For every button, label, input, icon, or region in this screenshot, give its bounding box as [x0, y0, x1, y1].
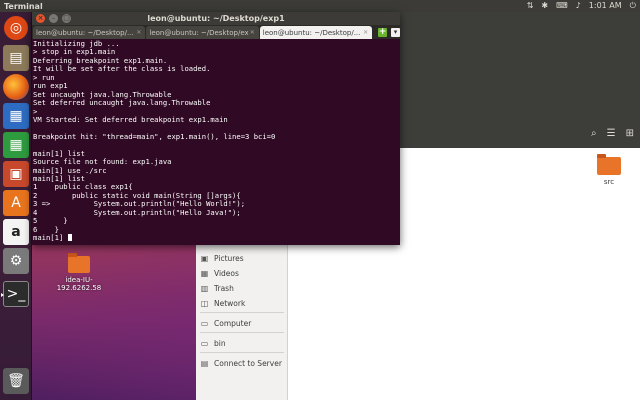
sidebar-item-label: Trash: [214, 283, 234, 293]
sidebar-item-label: Connect to Server: [214, 358, 282, 368]
system-settings-icon[interactable]: ⚙: [3, 248, 29, 274]
desktop-folder-idea[interactable]: idea-IU-192.6262.58: [44, 253, 114, 292]
sidebar-separator: [200, 312, 284, 313]
close-tab-icon[interactable]: ✕: [249, 29, 256, 36]
libreoffice-calc-icon[interactable]: ▦: [3, 132, 29, 158]
terminal-tab-active[interactable]: leon@ubuntu: ~/Desktop/... ✕: [259, 26, 373, 39]
terminal-line: > run: [33, 72, 55, 82]
terminal-line: Breakpoint hit: "thread=main", exp1.main…: [33, 131, 276, 141]
clock[interactable]: 1:01 AM: [589, 0, 622, 12]
sidebar-separator: [200, 352, 284, 353]
folder-icon: [68, 253, 90, 273]
window-title: leon@ubuntu: ~/Desktop/exp1: [147, 14, 285, 23]
sidebar-item-computer[interactable]: ▭ Computer: [200, 316, 252, 330]
terminal-line: main[1]: [33, 233, 399, 242]
sidebar-item-label: Network: [214, 298, 246, 308]
sidebar-item-label: Pictures: [214, 253, 244, 263]
top-panel: Terminal ⇅ ✱ ⌨ ♪ 1:01 AM ⏻: [0, 0, 640, 12]
terminal-line: It will be set after the class is loaded…: [33, 64, 211, 74]
terminal-line: main[1] use ./src: [33, 165, 107, 175]
terminal-icon[interactable]: >_: [1, 281, 29, 307]
network-icon[interactable]: ⇅: [527, 0, 534, 12]
text-cursor: [67, 234, 72, 242]
folder-icon: [597, 154, 621, 175]
terminal-tab[interactable]: leon@ubuntu: ~/Desktop/exp... ✕: [146, 26, 259, 39]
bluetooth-icon[interactable]: ✱: [541, 0, 548, 12]
folder-src-label: src: [603, 178, 615, 186]
terminal-output[interactable]: Initializing jdb ... > stop in exp1.main D…: [33, 40, 399, 244]
files-icon[interactable]: ▤: [3, 45, 29, 71]
server-icon: ▤: [200, 358, 209, 368]
sidebar-item-network[interactable]: ◫ Network: [200, 296, 246, 310]
computer-icon: ▭: [200, 318, 209, 328]
panel-indicators: ⇅ ✱ ⌨ ♪ 1:01 AM ⏻: [527, 0, 636, 12]
videos-icon: ▦: [200, 268, 209, 278]
sidebar-item-trash[interactable]: ▥ Trash: [200, 281, 234, 295]
search-icon[interactable]: ⌕: [591, 128, 597, 139]
new-tab-icon[interactable]: +: [378, 28, 388, 37]
libreoffice-writer-icon[interactable]: ▦: [3, 103, 29, 129]
terminal-tab[interactable]: leon@ubuntu: ~/Desktop/... ✕: [33, 26, 146, 39]
terminal-titlebar[interactable]: × – □ leon@ubuntu: ~/Desktop/exp1: [32, 12, 400, 25]
sidebar-separator: [200, 332, 284, 333]
trash-icon[interactable]: 🗑: [3, 368, 29, 394]
close-tab-icon[interactable]: ✕: [362, 29, 369, 36]
sidebar-item-label: bin: [214, 338, 226, 348]
close-tab-icon[interactable]: ✕: [135, 29, 142, 36]
amazon-icon[interactable]: a: [3, 219, 29, 245]
input-method-icon[interactable]: ⌨: [556, 0, 568, 12]
terminal-line: 6 }: [33, 224, 59, 234]
sidebar-item-connect-to-server[interactable]: ▤ Connect to Server: [200, 356, 282, 370]
ubuntu-dash-icon[interactable]: ◎: [4, 16, 28, 40]
libreoffice-impress-icon[interactable]: ▣: [3, 161, 29, 187]
volume-icon[interactable]: ♪: [576, 0, 581, 12]
terminal-line: 5 }: [33, 216, 68, 226]
drive-icon: ▭: [200, 338, 209, 348]
file-manager-toolbar: ⌕ ☰ ⊞: [591, 128, 634, 139]
tab-label: leon@ubuntu: ~/Desktop/...: [262, 28, 361, 37]
terminal-window[interactable]: × – □ leon@ubuntu: ~/Desktop/exp1 leon@u…: [32, 12, 401, 245]
network-icon: ◫: [200, 298, 209, 308]
software-center-icon[interactable]: A: [3, 190, 29, 216]
power-icon[interactable]: ⏻: [630, 0, 636, 12]
sidebar-item-pictures[interactable]: ▣ Pictures: [200, 251, 244, 265]
tab-label: leon@ubuntu: ~/Desktop/...: [36, 28, 134, 37]
tab-label: leon@ubuntu: ~/Desktop/exp...: [149, 28, 249, 37]
pictures-icon: ▣: [200, 253, 209, 263]
terminal-line: Set deferred uncaught java.lang.Throwabl…: [33, 98, 211, 108]
sidebar-item-bin[interactable]: ▭ bin: [200, 336, 226, 350]
terminal-line: VM Started: Set deferred breakpoint exp1…: [33, 114, 228, 124]
sidebar-item-videos[interactable]: ▦ Videos: [200, 266, 239, 280]
firefox-icon[interactable]: [3, 74, 29, 100]
sidebar-item-label: Computer: [214, 318, 252, 328]
view-list-icon[interactable]: ☰: [607, 128, 616, 139]
view-grid-icon[interactable]: ⊞: [626, 128, 634, 139]
panel-app-title: Terminal: [4, 1, 43, 11]
trash-icon: ▥: [200, 283, 209, 293]
desktop-folder-label: idea-IU-192.6262.58: [56, 276, 102, 292]
tab-menu-icon[interactable]: ▾: [391, 28, 401, 37]
folder-src[interactable]: src: [594, 154, 624, 186]
terminal-line: 4 System.out.println("Hello Java!");: [33, 207, 241, 217]
terminal-tabbar: leon@ubuntu: ~/Desktop/... ✕ leon@ubuntu…: [32, 25, 401, 39]
sidebar-item-label: Videos: [214, 268, 239, 278]
launcher: ◎ ▤ ▦ ▦ ▣ A a ⚙ >_ 🗑: [0, 12, 32, 400]
